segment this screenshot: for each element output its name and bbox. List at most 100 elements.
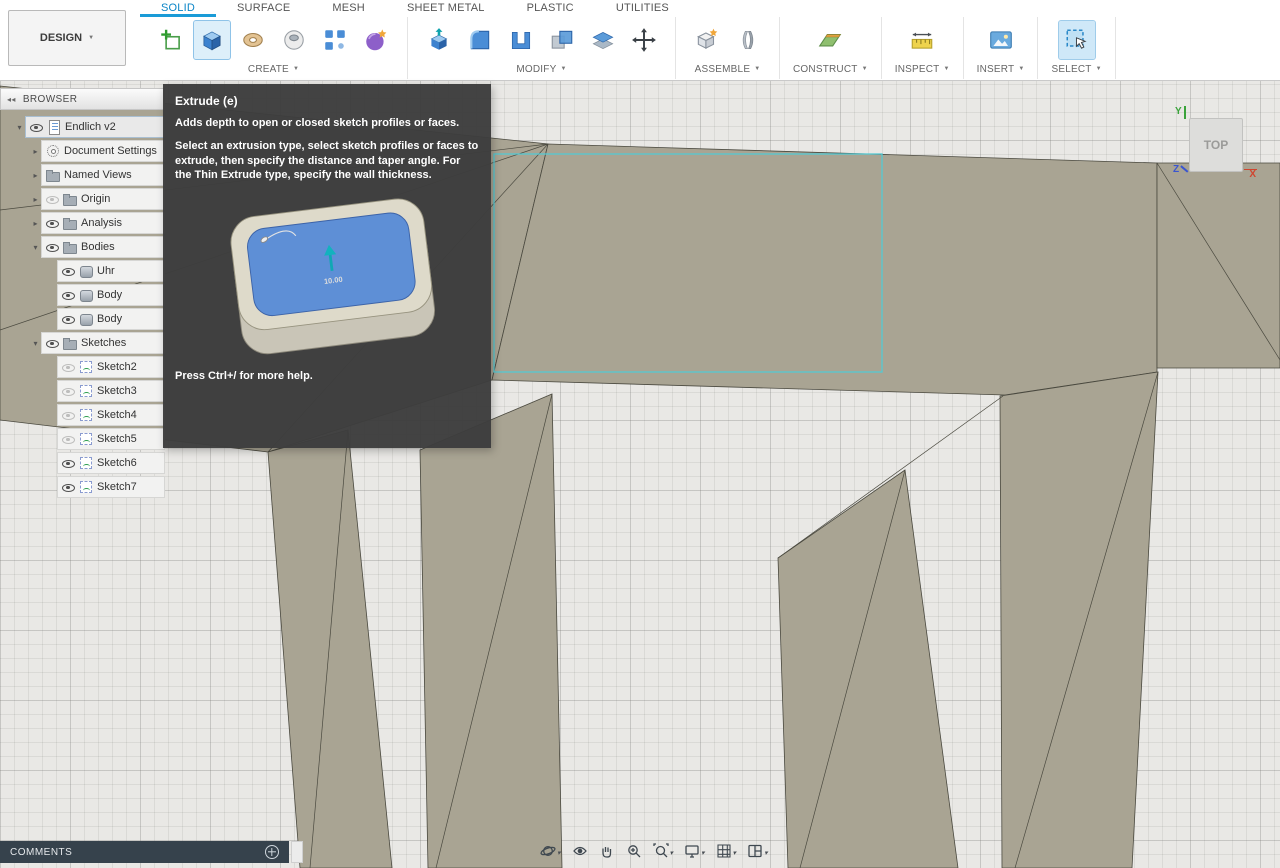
assemble-menu[interactable]: ASSEMBLE xyxy=(695,64,761,75)
visibility-eye-icon[interactable] xyxy=(62,361,75,374)
visibility-eye-icon[interactable] xyxy=(46,193,59,206)
browser-tree: Endlich v2 Document Settings Named Views… xyxy=(0,116,165,498)
measure-button[interactable] xyxy=(904,21,940,59)
toolbar-group-inspect: INSPECT xyxy=(882,17,964,79)
visibility-eye-icon[interactable] xyxy=(62,481,75,494)
model-face[interactable] xyxy=(778,470,958,868)
tab-mesh[interactable]: MESH xyxy=(311,0,386,17)
move-button[interactable] xyxy=(626,21,662,59)
browser-item-sketch6[interactable]: Sketch6 xyxy=(0,452,165,474)
expand-arrow-icon[interactable] xyxy=(30,219,41,228)
model-face[interactable] xyxy=(492,144,1157,395)
create-menu[interactable]: CREATE xyxy=(248,64,299,75)
browser-item-label: Body xyxy=(97,289,122,301)
zoom-button[interactable] xyxy=(622,840,646,862)
create-sketch-button[interactable] xyxy=(153,21,189,59)
orbit-button[interactable] xyxy=(536,839,565,863)
fit-button[interactable] xyxy=(649,839,678,863)
browser-item-sketch7[interactable]: Sketch7 xyxy=(0,476,165,498)
model-face[interactable] xyxy=(268,430,392,868)
browser-item-body[interactable]: Body xyxy=(0,284,165,306)
comments-panel[interactable]: COMMENTS xyxy=(0,841,289,863)
sketch-icon xyxy=(79,480,93,494)
joint-button[interactable] xyxy=(730,21,766,59)
panel-resize-handle[interactable] xyxy=(291,841,303,863)
browser-item-body-uhr[interactable]: Uhr xyxy=(0,260,165,282)
extrude-button[interactable] xyxy=(194,21,230,59)
viewcube-top-face[interactable]: TOP xyxy=(1189,118,1243,172)
viewports-button[interactable] xyxy=(743,839,772,863)
visibility-eye-icon[interactable] xyxy=(62,289,75,302)
combine-button[interactable] xyxy=(544,21,580,59)
visibility-eye-icon[interactable] xyxy=(46,337,59,350)
hole-button[interactable] xyxy=(276,21,312,59)
construct-plane-button[interactable] xyxy=(812,21,848,59)
visibility-eye-icon[interactable] xyxy=(62,457,75,470)
visibility-eye-icon[interactable] xyxy=(62,385,75,398)
model-face[interactable] xyxy=(1000,372,1158,868)
visibility-eye-icon[interactable] xyxy=(62,409,75,422)
document-icon xyxy=(47,120,61,134)
tab-solid[interactable]: SOLID xyxy=(140,0,216,17)
tab-utilities[interactable]: UTILITIES xyxy=(595,0,690,17)
press-pull-button[interactable] xyxy=(421,21,457,59)
select-button[interactable] xyxy=(1059,21,1095,59)
offset-face-button[interactable] xyxy=(585,21,621,59)
visibility-eye-icon[interactable] xyxy=(30,121,43,134)
browser-item-sketches[interactable]: Sketches xyxy=(0,332,165,354)
expand-arrow-icon[interactable] xyxy=(30,195,41,204)
browser-header[interactable]: BROWSER xyxy=(0,88,165,110)
new-component-button[interactable] xyxy=(689,21,725,59)
toolbar-group-create: CREATE xyxy=(140,17,408,79)
browser-item-analysis[interactable]: Analysis xyxy=(0,212,165,234)
add-comment-icon[interactable] xyxy=(265,845,279,859)
browser-item-named-views[interactable]: Named Views xyxy=(0,164,165,186)
modify-menu-label: MODIFY xyxy=(516,64,556,75)
grid-snaps-button[interactable] xyxy=(712,839,741,863)
visibility-eye-icon[interactable] xyxy=(46,217,59,230)
browser-item-sketch[interactable]: Sketch4 xyxy=(0,404,165,426)
display-settings-button[interactable] xyxy=(680,839,709,863)
tab-plastic[interactable]: PLASTIC xyxy=(506,0,595,17)
chevron-down-icon xyxy=(1096,64,1102,75)
browser-item-label: Bodies xyxy=(81,241,115,253)
browser-item-bodies[interactable]: Bodies xyxy=(0,236,165,258)
expand-arrow-icon[interactable] xyxy=(30,339,41,348)
expand-arrow-icon[interactable] xyxy=(30,243,41,252)
tab-surface[interactable]: SURFACE xyxy=(216,0,311,17)
visibility-eye-icon[interactable] xyxy=(62,433,75,446)
select-menu[interactable]: SELECT xyxy=(1051,64,1101,75)
browser-item-document-settings[interactable]: Document Settings xyxy=(0,140,165,162)
model-face[interactable] xyxy=(420,394,562,868)
look-at-button[interactable] xyxy=(568,840,592,862)
expand-arrow-icon[interactable] xyxy=(14,123,25,132)
browser-item-body[interactable]: Body xyxy=(0,308,165,330)
construct-menu[interactable]: CONSTRUCT xyxy=(793,64,868,75)
fillet-button[interactable] xyxy=(462,21,498,59)
viewcube[interactable]: TOP Y X Z xyxy=(1189,118,1243,172)
insert-menu[interactable]: INSERT xyxy=(977,64,1025,75)
insert-image-button[interactable] xyxy=(983,21,1019,59)
expand-arrow-icon[interactable] xyxy=(30,171,41,180)
modify-menu[interactable]: MODIFY xyxy=(516,64,566,75)
revolve-button[interactable] xyxy=(235,21,271,59)
expand-arrow-icon[interactable] xyxy=(30,147,41,156)
collapse-panel-icon[interactable] xyxy=(7,95,16,104)
browser-item-origin[interactable]: Origin xyxy=(0,188,165,210)
visibility-eye-icon[interactable] xyxy=(62,313,75,326)
pattern-button[interactable] xyxy=(317,21,353,59)
browser-item-root[interactable]: Endlich v2 xyxy=(0,116,165,138)
create-form-button[interactable] xyxy=(358,21,394,59)
design-menu-button[interactable]: DESIGN xyxy=(8,10,126,66)
visibility-eye-icon[interactable] xyxy=(46,241,59,254)
inspect-menu[interactable]: INSPECT xyxy=(895,64,950,75)
tab-sheet-metal[interactable]: SHEET METAL xyxy=(386,0,506,17)
browser-item-sketch[interactable]: Sketch2 xyxy=(0,356,165,378)
browser-item-sketch[interactable]: Sketch3 xyxy=(0,380,165,402)
shell-button[interactable] xyxy=(503,21,539,59)
visibility-eye-icon[interactable] xyxy=(62,265,75,278)
model-face[interactable] xyxy=(1157,163,1280,368)
pan-button[interactable] xyxy=(595,840,619,862)
browser-item-label: Named Views xyxy=(64,169,132,181)
browser-item-sketch[interactable]: Sketch5 xyxy=(0,428,165,450)
